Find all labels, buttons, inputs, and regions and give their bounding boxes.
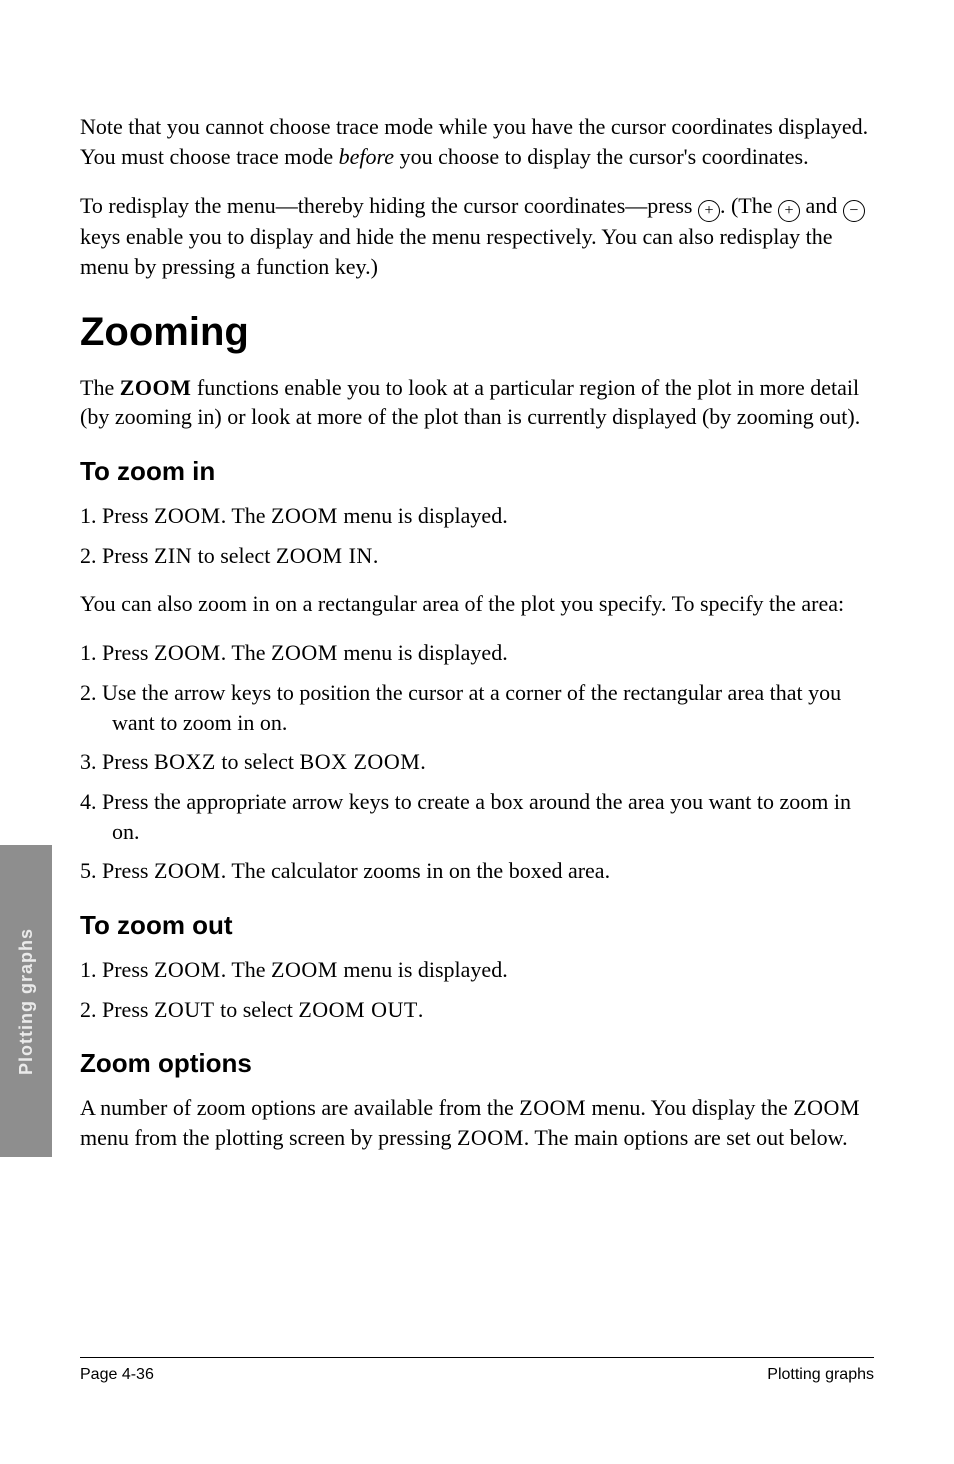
intro-paragraph-2: To redisplay the menu—thereby hiding the… [80, 191, 874, 281]
page-content: Note that you cannot choose trace mode w… [0, 0, 954, 1153]
zoom-out-heading: To zoom out [80, 910, 874, 941]
side-tab: Plotting graphs [0, 845, 52, 1157]
section-title: Plotting graphs [767, 1366, 874, 1384]
zoom-keyword: ZOOM [154, 957, 221, 982]
zoom-out-list: Press ZOOM. The ZOOM menu is displayed. … [80, 955, 874, 1024]
text: . The calculator zooms in on the boxed a… [221, 858, 610, 883]
text: Press [102, 858, 154, 883]
text: . [373, 543, 379, 568]
zoom-keyword: ZOOM [271, 503, 338, 528]
text: menu is displayed. [338, 640, 508, 665]
plus-key-icon: + [698, 200, 720, 222]
text: . [420, 749, 426, 774]
text: functions enable you to look at a partic… [80, 375, 860, 430]
text: To redisplay the menu—thereby hiding the… [80, 193, 698, 218]
page-number: Page 4-36 [80, 1366, 154, 1384]
text: and [800, 193, 843, 218]
list-item: Press ZOOM. The ZOOM menu is displayed. [80, 501, 874, 531]
list-item: Press ZOOM. The ZOOM menu is displayed. [80, 638, 874, 668]
zoom-keyword: ZOOM [154, 503, 221, 528]
zoom-in-paragraph: You can also zoom in on a rectangular ar… [80, 589, 874, 619]
text: menu is displayed. [338, 503, 508, 528]
zoom-in-heading: To zoom in [80, 456, 874, 487]
zooming-paragraph: The ZOOM functions enable you to look at… [80, 373, 874, 432]
text: keys enable you to display and hide the … [80, 224, 833, 279]
zoom-in-keyword: ZOOM IN [276, 543, 373, 568]
text: to select [215, 997, 299, 1022]
list-item: Press ZOUT to select ZOOM OUT. [80, 995, 874, 1025]
text: to select [192, 543, 276, 568]
plus-key-icon: + [778, 200, 800, 222]
text: Press [102, 749, 154, 774]
zoom-keyword: ZOOM [457, 1125, 524, 1150]
text: . The [221, 640, 271, 665]
list-item: Press ZIN to select ZOOM IN. [80, 541, 874, 571]
zoom-keyword: ZOOM [519, 1095, 586, 1120]
text: . The main options are set out below. [524, 1125, 848, 1150]
zoom-out-keyword: ZOOM OUT [298, 997, 418, 1022]
text: Press [102, 997, 154, 1022]
list-item: Press ZOOM. The ZOOM menu is displayed. [80, 955, 874, 985]
text: . The [221, 503, 271, 528]
zoom-keyword: ZOOM [154, 858, 221, 883]
text: menu is displayed. [338, 957, 508, 982]
boxz-keyword: BOXZ [154, 749, 216, 774]
list-item: Use the arrow keys to position the curso… [80, 678, 874, 737]
list-item: Press ZOOM. The calculator zooms in on t… [80, 856, 874, 886]
zoom-keyword: ZOOM [271, 640, 338, 665]
emphasis-before: before [339, 144, 394, 169]
zoom-keyword: ZOOM [271, 957, 338, 982]
text: you choose to display the cursor's coord… [394, 144, 809, 169]
zoom-in-list-2: Press ZOOM. The ZOOM menu is displayed. … [80, 638, 874, 886]
zout-keyword: ZOUT [154, 997, 215, 1022]
list-item: Press BOXZ to select BOX ZOOM. [80, 747, 874, 777]
text: Press [102, 640, 154, 665]
text: menu. You display the [586, 1095, 793, 1120]
zoom-keyword: ZOOM [793, 1095, 860, 1120]
text: menu from the plotting screen by pressin… [80, 1125, 457, 1150]
text: The [80, 375, 120, 400]
side-tab-label: Plotting graphs [16, 928, 37, 1075]
page-footer: Page 4-36 Plotting graphs [80, 1357, 874, 1384]
zooming-heading: Zooming [80, 310, 874, 355]
list-item: Press the appropriate arrow keys to crea… [80, 787, 874, 846]
box-zoom-keyword: BOX ZOOM [300, 749, 421, 774]
text: A number of zoom options are available f… [80, 1095, 519, 1120]
text: Press [102, 543, 154, 568]
zoom-in-list-1: Press ZOOM. The ZOOM menu is displayed. … [80, 501, 874, 570]
text: . [418, 997, 424, 1022]
text: . The [221, 957, 271, 982]
zin-keyword: ZIN [154, 543, 192, 568]
text: Press [102, 503, 154, 528]
text: to select [216, 749, 300, 774]
zoom-keyword: ZOOM [154, 640, 221, 665]
intro-paragraph-1: Note that you cannot choose trace mode w… [80, 112, 874, 171]
zoom-options-paragraph: A number of zoom options are available f… [80, 1093, 874, 1152]
zoom-keyword: ZOOM [120, 375, 192, 400]
text: . (The [720, 193, 778, 218]
minus-key-icon: − [843, 200, 865, 222]
text: Press [102, 957, 154, 982]
zoom-options-heading: Zoom options [80, 1048, 874, 1079]
